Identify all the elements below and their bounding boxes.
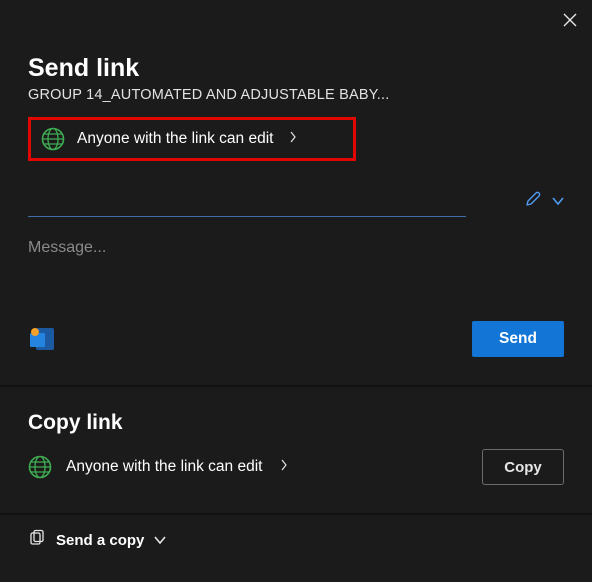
recipients-row: [0, 183, 592, 217]
chevron-right-icon: [289, 130, 297, 148]
outlook-icon[interactable]: [28, 325, 56, 353]
permission-label: Anyone with the link can edit: [77, 130, 273, 148]
copy-link-permissions[interactable]: Anyone with the link can edit: [28, 455, 288, 479]
dialog-title: Send link: [28, 54, 564, 83]
send-button[interactable]: Send: [472, 321, 564, 357]
globe-icon: [28, 455, 52, 479]
recipients-input[interactable]: [28, 216, 466, 217]
copy-button[interactable]: Copy: [482, 449, 564, 485]
chevron-right-icon: [280, 458, 288, 476]
send-link-section: Send link GROUP 14_AUTOMATED AND ADJUSTA…: [0, 0, 592, 161]
message-section: [0, 217, 592, 257]
message-input[interactable]: [28, 239, 564, 257]
close-icon: [563, 13, 577, 27]
copy-link-title: Copy link: [28, 411, 564, 435]
send-copy-row[interactable]: Send a copy: [0, 515, 592, 566]
edit-permission-dropdown[interactable]: [552, 193, 564, 211]
copy-link-section: Copy link Anyone with the link can edit …: [0, 387, 592, 513]
edit-pen-icon[interactable]: [524, 190, 542, 213]
link-permissions-selector[interactable]: Anyone with the link can edit: [28, 117, 356, 161]
copy-permission-label: Anyone with the link can edit: [66, 458, 262, 476]
close-button[interactable]: [560, 10, 580, 30]
attachment-icon: [28, 529, 46, 552]
globe-icon: [41, 127, 65, 151]
chevron-down-icon: [154, 532, 166, 550]
share-dialog: Send link GROUP 14_AUTOMATED AND ADJUSTA…: [0, 0, 592, 582]
file-name: GROUP 14_AUTOMATED AND ADJUSTABLE BABY..…: [28, 87, 564, 103]
send-copy-label: Send a copy: [56, 532, 144, 549]
